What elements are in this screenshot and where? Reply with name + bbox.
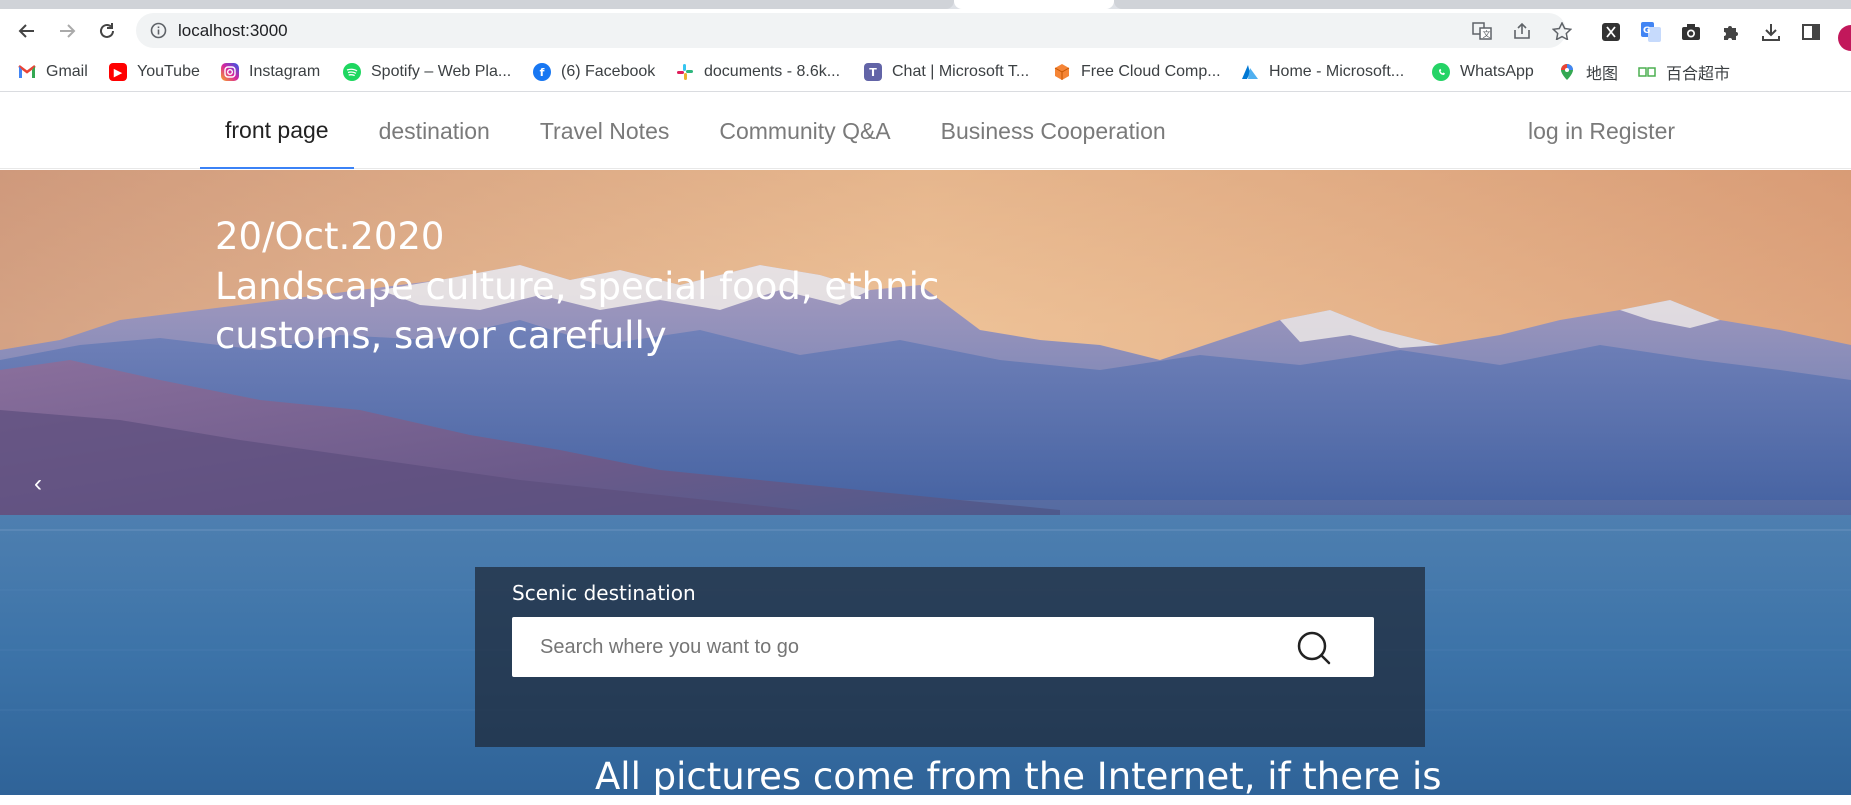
nav-community-qa[interactable]: Community Q&A: [694, 93, 915, 169]
extensions-puzzle-icon[interactable]: [1721, 22, 1741, 42]
svg-text:文: 文: [1483, 29, 1491, 39]
arrow-right-icon: [60, 24, 76, 38]
search-panel: Scenic destination: [475, 567, 1425, 747]
bookmark-label: Instagram: [249, 63, 321, 80]
main-nav: front page destination Travel Notes Comm…: [200, 93, 1191, 169]
search-panel-label: Scenic destination: [512, 581, 696, 605]
arrow-left-icon: [18, 24, 34, 38]
bookmark-youtube[interactable]: ▶ YouTube: [109, 61, 200, 83]
bookmark-facebook[interactable]: f (6) Facebook: [533, 61, 655, 83]
login-link[interactable]: log in: [1528, 118, 1583, 145]
slack-icon: [676, 63, 694, 81]
download-icon[interactable]: [1761, 22, 1781, 42]
youtube-icon: ▶: [109, 63, 127, 81]
bookmark-label: Chat | Microsoft T...: [892, 63, 1030, 80]
bookmark-store[interactable]: 百合超市: [1638, 61, 1730, 83]
side-panel-icon[interactable]: [1801, 22, 1821, 42]
nav-business-cooperation[interactable]: Business Cooperation: [916, 93, 1191, 169]
bookmark-gmail[interactable]: Gmail: [18, 61, 88, 83]
hero-tagline: Landscape culture, special food, ethnic …: [215, 265, 940, 357]
facebook-icon: f: [533, 63, 551, 81]
bookmark-instagram[interactable]: Instagram: [221, 61, 320, 83]
translate-icon[interactable]: 文: [1472, 22, 1492, 40]
bookmark-label: (6) Facebook: [561, 63, 656, 80]
bookmark-label: documents - 8.6k...: [704, 63, 841, 80]
address-bar[interactable]: localhost:3000 文: [136, 13, 1572, 48]
search-box: [512, 617, 1374, 677]
back-button[interactable]: [12, 16, 42, 46]
site-header: front page destination Travel Notes Comm…: [0, 93, 1851, 169]
page-bottom: [0, 795, 1851, 805]
nav-travel-notes[interactable]: Travel Notes: [515, 93, 695, 169]
instagram-icon: [221, 63, 239, 81]
auth-links: log in Register: [1528, 93, 1675, 169]
browser-tab-active[interactable]: [954, 0, 1114, 9]
aws-cube-icon: [1053, 63, 1071, 81]
hero-date: 20/Oct.2020: [215, 215, 445, 258]
teams-icon: T: [864, 63, 882, 81]
spotify-icon: [343, 63, 361, 81]
bookmark-label: Gmail: [46, 63, 88, 80]
bookmark-maps[interactable]: 地图: [1558, 61, 1618, 83]
google-translate-extension-icon[interactable]: G: [1641, 22, 1661, 42]
forward-button[interactable]: [52, 16, 82, 46]
maps-pin-icon: [1558, 63, 1576, 81]
reload-icon: [100, 23, 114, 38]
bookmark-microsoft[interactable]: Home - Microsoft...: [1241, 61, 1404, 83]
store-icon: [1638, 63, 1656, 81]
info-icon[interactable]: [150, 22, 167, 39]
search-input[interactable]: [512, 617, 1292, 677]
bookmark-star-icon[interactable]: [1552, 22, 1572, 40]
browser-tab[interactable]: [1114, 0, 1851, 9]
search-icon[interactable]: [1296, 630, 1332, 666]
bookmark-aws[interactable]: Free Cloud Comp...: [1053, 61, 1221, 83]
url-text[interactable]: localhost:3000: [178, 22, 288, 39]
carousel-prev-button[interactable]: ‹: [34, 470, 42, 498]
whatsapp-icon: [1432, 63, 1450, 81]
bookmark-label: 地图: [1586, 66, 1619, 83]
azure-icon: [1241, 63, 1259, 81]
browser-toolbar: localhost:3000 文 G: [0, 9, 1851, 52]
bookmark-label: Home - Microsoft...: [1269, 63, 1405, 80]
register-link[interactable]: Register: [1589, 118, 1675, 145]
bookmark-teams[interactable]: T Chat | Microsoft T...: [864, 61, 1029, 83]
image-credit-note: All pictures come from the Internet, if …: [595, 755, 1442, 795]
reload-button[interactable]: [92, 16, 122, 46]
camera-icon[interactable]: [1681, 22, 1701, 42]
nav-destination[interactable]: destination: [354, 93, 515, 169]
bookmark-label: YouTube: [137, 63, 200, 80]
share-icon[interactable]: [1512, 22, 1532, 40]
svg-text:G: G: [1643, 26, 1650, 36]
tab-strip: [0, 0, 1851, 9]
bookmark-whatsapp[interactable]: WhatsApp: [1432, 61, 1534, 83]
browser-tab[interactable]: [0, 0, 954, 9]
bookmark-label: WhatsApp: [1460, 63, 1534, 80]
bookmark-slack[interactable]: documents - 8.6k...: [676, 61, 840, 83]
profile-avatar[interactable]: [1838, 25, 1851, 51]
bookmark-label: Spotify – Web Pla...: [371, 63, 512, 80]
x-extension-icon[interactable]: [1601, 22, 1621, 42]
nav-front-page[interactable]: front page: [200, 93, 354, 169]
bookmarks-bar: Gmail ▶ YouTube Instagram Spotify – Web …: [0, 52, 1851, 92]
bookmark-label: 百合超市: [1666, 66, 1731, 83]
bookmark-label: Free Cloud Comp...: [1081, 63, 1221, 80]
bookmark-spotify[interactable]: Spotify – Web Pla...: [343, 61, 511, 83]
gmail-icon: [18, 63, 36, 81]
hero-carousel: 20/Oct.2020 Landscape culture, special f…: [0, 170, 1851, 795]
